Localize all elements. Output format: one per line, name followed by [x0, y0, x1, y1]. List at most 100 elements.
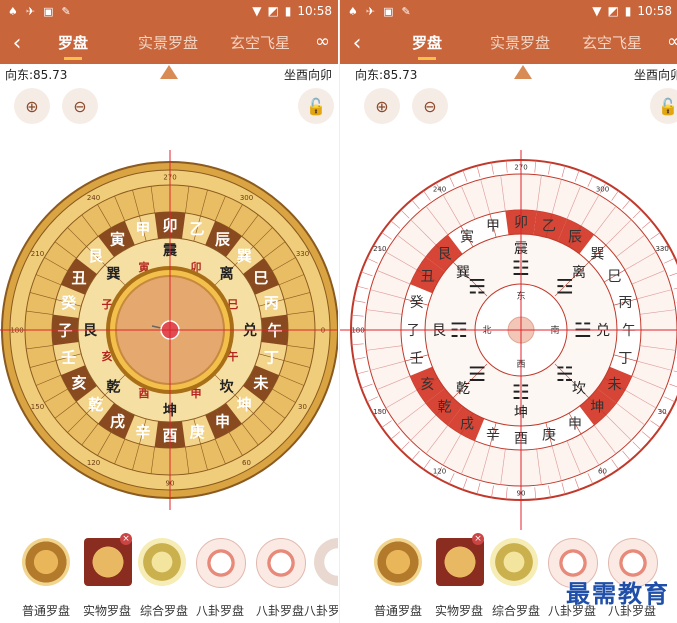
- mountain-label: 辛: [135, 423, 150, 441]
- degree-label: 30: [298, 403, 307, 411]
- degree-label: 240: [87, 194, 100, 202]
- thumb-label: 实物罗盘: [434, 604, 483, 618]
- mountain-label: 甲: [486, 219, 500, 235]
- mountain-label: 巳: [253, 269, 268, 287]
- trigram-symbol: ☲: [556, 274, 574, 298]
- mountain-label: 巽: [590, 247, 604, 263]
- mountain-label: 乾: [438, 399, 452, 415]
- close-icon[interactable]: ×: [120, 533, 132, 545]
- tab-flying-star[interactable]: 玄空飞星: [230, 22, 290, 64]
- direction-value: 向东:85.73: [355, 68, 418, 82]
- notification-icon: ✎: [61, 4, 71, 18]
- mountain-label: 未: [608, 377, 622, 393]
- mountain-label: 乙: [542, 219, 556, 235]
- notification-icon: ♠: [8, 4, 18, 18]
- mountain-label: 巳: [608, 269, 622, 285]
- app-bar: ‹ 罗盘 实景罗盘 玄空飞星 ∞: [0, 22, 338, 64]
- trigram-label: 兑: [243, 322, 257, 339]
- zoom-in-button[interactable]: ⊕: [364, 88, 400, 124]
- lock-button[interactable]: 🔓: [298, 88, 334, 124]
- tab-flying-star[interactable]: 玄空飞星: [582, 22, 642, 64]
- zoom-out-button[interactable]: ⊖: [62, 88, 98, 124]
- trigram-label: 坎: [572, 381, 586, 397]
- trigram-label: 巽: [106, 266, 120, 282]
- thumb-label: 综合罗盘: [139, 604, 188, 618]
- degree-label: 120: [433, 468, 446, 476]
- link-icon[interactable]: ∞: [315, 31, 330, 52]
- trigram-label: 乾: [106, 379, 120, 396]
- mountain-label: 亥: [420, 377, 434, 393]
- notification-icon: ♠: [348, 4, 358, 18]
- compass-thumb-bagua-2[interactable]: [256, 538, 306, 588]
- degree-label: 150: [31, 403, 44, 411]
- battery-icon: ▮: [284, 4, 292, 18]
- mountain-label: 申: [215, 412, 230, 430]
- screen-right: ♠ ✈ ▣ ✎ ▼ ◩ ▮ 10:58 ‹ 罗盘 实景罗盘 玄空飞星 ∞ 向东:…: [339, 0, 677, 623]
- tab-live-compass[interactable]: 实景罗盘: [490, 22, 550, 64]
- zoom-in-icon: ⊕: [375, 96, 389, 116]
- mountain-label: 丑: [72, 269, 87, 287]
- zoom-out-button[interactable]: ⊖: [412, 88, 448, 124]
- zoom-in-button[interactable]: ⊕: [14, 88, 50, 124]
- lock-icon: 🔓: [306, 96, 326, 116]
- mountain-label: 戌: [460, 417, 474, 433]
- mountain-label: 癸: [410, 295, 424, 311]
- watermark: 最需教育: [566, 579, 670, 608]
- compass-thumb-combined[interactable]: [138, 538, 186, 586]
- compass-thumb-normal[interactable]: [22, 538, 70, 586]
- back-icon[interactable]: ‹: [340, 31, 374, 56]
- zoom-in-icon: ⊕: [25, 96, 39, 116]
- mountain-label: 坤: [590, 399, 604, 415]
- degree-label: 150: [373, 408, 386, 416]
- sitting-direction: 坐酉向卯: [283, 68, 332, 82]
- mountain-label: 寅: [460, 229, 474, 246]
- battery-icon: ▮: [624, 4, 632, 18]
- compass-thumb-bagua-1[interactable]: [196, 538, 246, 588]
- mountain-label: 丁: [264, 349, 279, 367]
- tab-compass[interactable]: 罗盘: [412, 22, 442, 64]
- notification-icons: ♠ ✈ ▣ ✎: [340, 5, 411, 18]
- mountain-label: 庚: [190, 423, 205, 441]
- compass-style-strip: × 普通罗盘 实物罗盘 综合罗盘 八卦罗盘 八卦罗盘 八卦罗: [0, 530, 338, 623]
- trigram-symbol: ☴: [468, 274, 486, 298]
- mountain-label: 癸: [60, 294, 77, 312]
- mountain-label: 寅: [110, 230, 125, 248]
- degree-label: 60: [242, 459, 251, 467]
- compass-thumb-combined[interactable]: [490, 538, 538, 586]
- mountain-label: 壬: [61, 349, 76, 367]
- mountain-label: 辰: [215, 230, 231, 248]
- tab-compass[interactable]: 罗盘: [58, 22, 88, 64]
- degree-label: 120: [87, 459, 100, 467]
- compass-thumb-bagua-3[interactable]: [314, 538, 338, 586]
- notification-icon: ✈: [25, 4, 36, 18]
- compass-thumb-physical[interactable]: [84, 538, 132, 586]
- compass-thumb-physical[interactable]: [436, 538, 484, 586]
- direction-value: 向东:85.73: [5, 68, 68, 82]
- degree-label: 210: [31, 250, 44, 258]
- degree-label: 210: [373, 245, 386, 253]
- back-icon[interactable]: ‹: [0, 31, 34, 56]
- link-icon[interactable]: ∞: [667, 31, 677, 52]
- close-icon[interactable]: ×: [472, 533, 484, 545]
- signal-icon: ◩: [267, 4, 279, 18]
- app-bar: ‹ 罗盘 实景罗盘 玄空飞星 ∞: [340, 22, 677, 64]
- compass-dial-left[interactable]: 2703003300306090120150180210240戌乾亥壬子癸丑艮寅…: [0, 150, 338, 510]
- mountain-label: 丑: [420, 269, 434, 285]
- direction-readout: 向东:85.73 坐酉向卯: [340, 64, 677, 82]
- compass-thumb-normal[interactable]: [374, 538, 422, 586]
- thumb-label: 八卦罗盘: [195, 604, 244, 618]
- mountain-label: 乾: [88, 396, 103, 414]
- mountain-label: 辰: [568, 230, 582, 246]
- notification-icon: ✈: [365, 4, 376, 18]
- lock-icon: 🔓: [658, 96, 677, 116]
- degree-label: 30: [658, 408, 667, 416]
- status-bar: ♠ ✈ ▣ ✎ ▼ ◩ ▮ 10:58: [340, 0, 677, 22]
- sitting-direction: 坐酉向卯: [633, 68, 677, 82]
- signal-icon: ◩: [607, 4, 619, 18]
- compass-dial-right[interactable]: 2703003300306090120150180210240戌乾亥壬子癸丑艮寅…: [340, 150, 677, 530]
- mountain-label: 丙: [618, 295, 632, 311]
- tab-live-compass[interactable]: 实景罗盘: [138, 22, 198, 64]
- lock-button[interactable]: 🔓: [650, 88, 677, 124]
- trigram-label: 艮: [432, 323, 446, 339]
- degree-label: 330: [296, 250, 309, 258]
